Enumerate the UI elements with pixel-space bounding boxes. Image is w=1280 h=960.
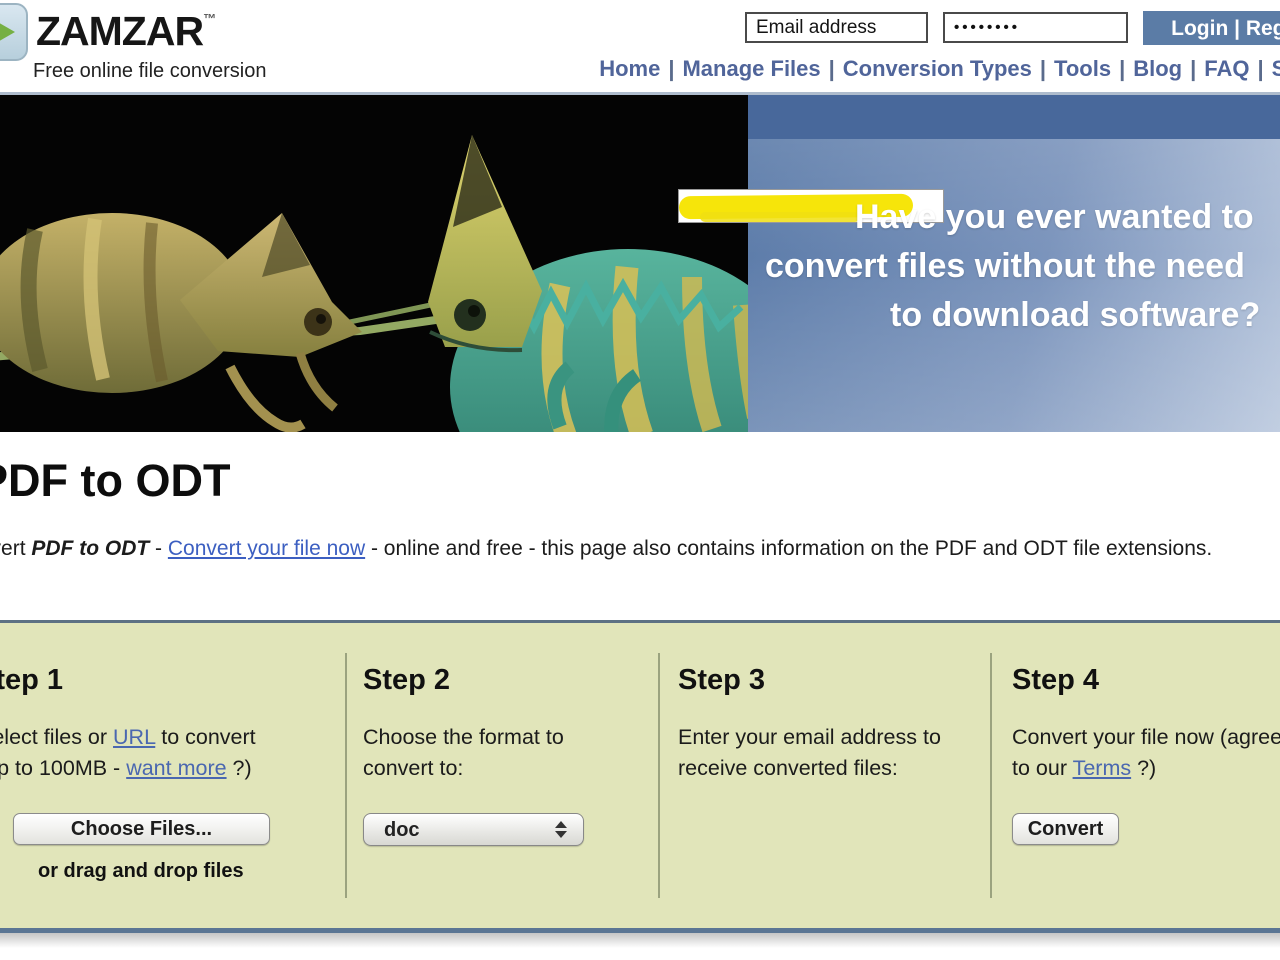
step2-text: convert to: [363,753,564,784]
want-more-link[interactable]: want more [126,756,226,780]
page-title: PDF to ODT [0,455,230,507]
format-selected-value: doc [384,819,420,842]
nav-tools[interactable]: Tools [1054,56,1111,81]
step1-text: (up to 100MB - [0,756,126,780]
nav-support[interactable]: Support [1272,56,1280,81]
brand-name: ZAMZAR™ [36,8,216,55]
step4-text: to our [1012,756,1073,780]
hero-headline-line: convert files without the need [765,242,1280,291]
zamzar-page: ZAMZAR™ Free online file conversion Logi… [0,0,1280,960]
intro-text: Convert PDF to ODT - Convert your file n… [0,537,1212,561]
step4-description: Convert your file now (agree to our Term… [1012,722,1280,784]
format-select-dropdown[interactable]: doc [363,813,584,846]
step1-text: Select files or [0,725,113,749]
conversion-steps-panel: Step 1 Select files or URL to convert (u… [0,620,1280,933]
nav-separator: | [1032,56,1054,81]
zamzar-logo-icon [0,3,28,61]
nav-conversion-types[interactable]: Conversion Types [843,56,1032,81]
hero-headline-line: to download software? [890,291,1280,340]
step2-text: Choose the format to [363,722,564,753]
step3-title: Step 3 [678,664,765,697]
url-link[interactable]: URL [113,725,155,749]
nav-separator: | [821,56,843,81]
step1-description: Select files or URL to convert (up to 10… [0,722,256,784]
step3-text: Enter your email address to [678,722,941,753]
nav-faq[interactable]: FAQ [1204,56,1249,81]
arrow-down-icon [555,831,567,838]
main-nav: Home|Manage Files|Conversion Types|Tools… [599,56,1280,82]
nav-separator: | [660,56,682,81]
intro-rest: - online and free - this page also conta… [365,537,1212,560]
login-register-button[interactable]: Login | Register [1143,11,1280,45]
nav-separator: | [1182,56,1204,81]
nav-separator: | [1250,56,1272,81]
intro-separator: - [149,537,168,560]
step3-description: Enter your email address to receive conv… [678,722,941,784]
banner-top-band [748,95,1280,139]
hero-message-panel: Have you ever wanted to convert files wi… [748,95,1280,432]
green-arrow-icon [0,17,15,47]
chameleon-photo-graphic [0,95,748,432]
step-divider [658,653,660,898]
panel-drop-shadow [0,933,1280,948]
arrow-up-icon [555,821,567,828]
nav-home[interactable]: Home [599,56,660,81]
step4-text: ?) [1131,756,1156,780]
brand-tagline: Free online file conversion [33,60,266,83]
step2-description: Choose the format to convert to: [363,722,564,784]
brand-text: ZAMZAR [36,8,203,54]
hero-banner: Have you ever wanted to convert files wi… [0,95,1280,432]
login-password-input[interactable] [943,12,1128,43]
intro-lead: Convert [0,537,31,560]
step-divider [345,653,347,898]
step4-title: Step 4 [1012,664,1099,697]
step1-title: Step 1 [0,664,63,697]
chameleon-photo [0,95,748,432]
drag-drop-note: or drag and drop files [38,860,244,883]
step1-text: ?) [227,756,252,780]
select-stepper-icon [555,821,567,838]
trademark-symbol: ™ [203,11,216,26]
choose-files-button[interactable]: Choose Files... [13,813,270,845]
site-header: ZAMZAR™ Free online file conversion Logi… [0,0,1280,95]
terms-link[interactable]: Terms [1073,756,1132,780]
nav-manage-files[interactable]: Manage Files [682,56,820,81]
hero-headline: Have you ever wanted to convert files wi… [748,193,1280,340]
hero-headline-line: Have you ever wanted to [855,193,1280,242]
convert-your-file-now-link[interactable]: Convert your file now [168,537,365,560]
step-divider [990,653,992,898]
nav-blog[interactable]: Blog [1133,56,1182,81]
convert-button[interactable]: Convert [1012,813,1119,845]
nav-separator: | [1111,56,1133,81]
step1-text: to convert [155,725,255,749]
step2-title: Step 2 [363,664,450,697]
intro-emphasis: PDF to ODT [31,537,149,560]
login-email-input[interactable] [745,12,928,43]
step3-text: receive converted files: [678,753,941,784]
step4-text: Convert your file now (agree [1012,722,1280,753]
